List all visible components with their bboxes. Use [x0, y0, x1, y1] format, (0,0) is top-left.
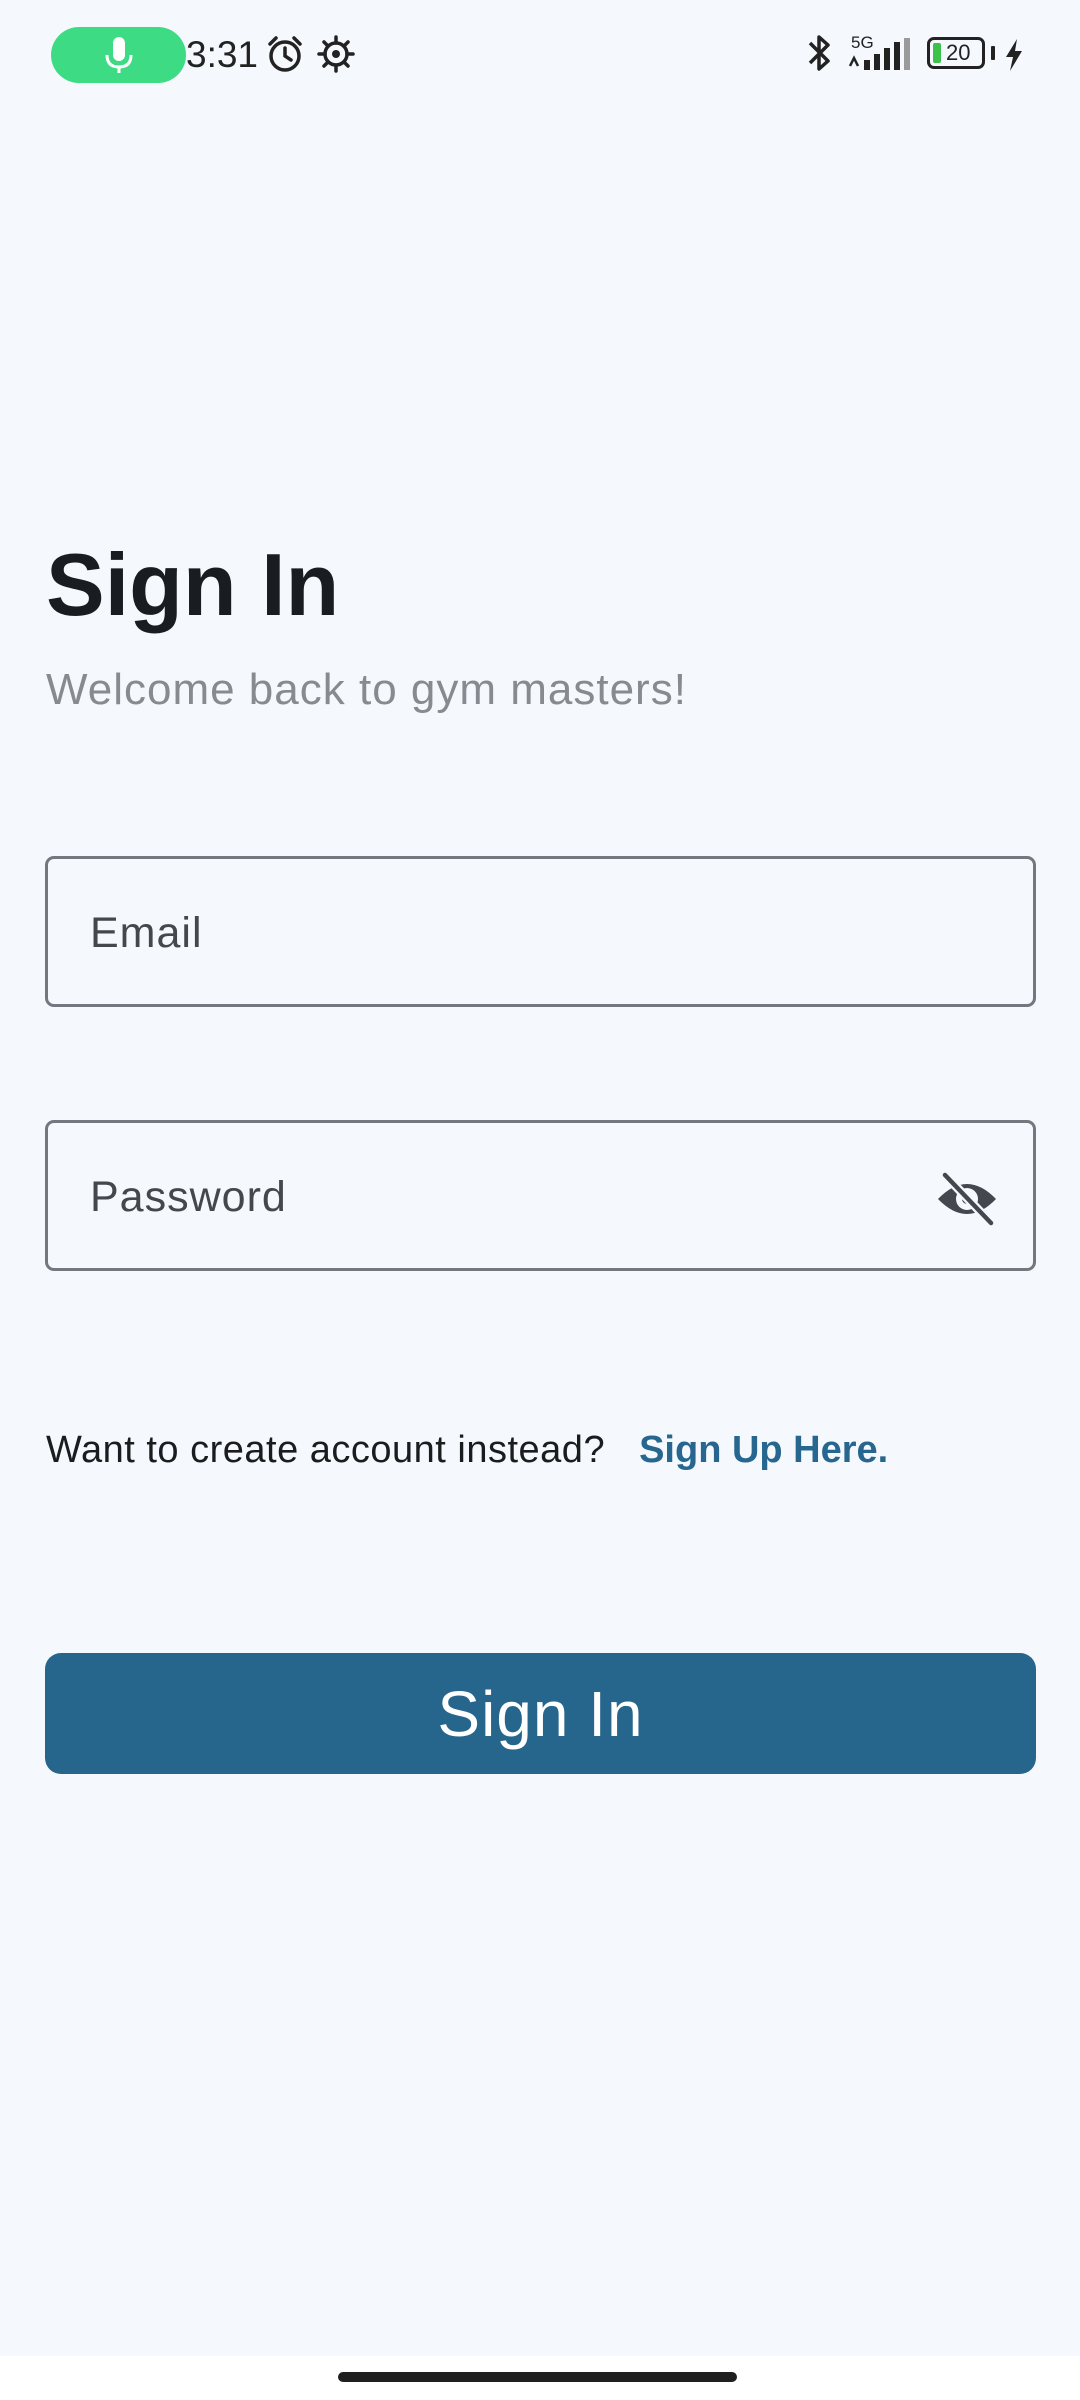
status-bar: 3:31 5G 20: [0, 0, 1080, 110]
battery-icon: 20: [927, 37, 985, 69]
gesture-nav-area: [0, 2356, 1080, 2400]
email-placeholder: Email: [90, 909, 203, 957]
password-visibility-toggle[interactable]: [933, 1165, 1001, 1233]
signup-prompt-text: Want to create account instead?: [46, 1428, 606, 1471]
alarm-icon: [268, 36, 302, 72]
battery-level-fill: [933, 43, 941, 63]
password-placeholder: Password: [90, 1173, 287, 1221]
mic-indicator-pill[interactable]: [51, 27, 186, 83]
signup-link[interactable]: Sign Up Here.: [639, 1429, 888, 1472]
sign-in-button[interactable]: Sign In: [45, 1653, 1036, 1774]
sign-in-button-label: Sign In: [437, 1677, 644, 1750]
password-field[interactable]: Password: [45, 1120, 1036, 1271]
charging-icon: [1006, 39, 1022, 71]
eye-off-icon: [938, 1171, 996, 1227]
signup-row: Want to create account instead? Sign Up …: [46, 1420, 888, 1480]
mic-icon: [105, 37, 132, 73]
page-title: Sign In: [46, 535, 340, 634]
signal-icon: [848, 38, 910, 70]
battery-tip: [991, 46, 995, 60]
email-field[interactable]: Email: [45, 856, 1036, 1007]
page-subtitle: Welcome back to gym masters!: [46, 665, 687, 714]
home-indicator-bar[interactable]: [338, 2372, 737, 2382]
battery-level-text: 20: [946, 40, 971, 65]
bluetooth-icon: [808, 35, 830, 71]
settings-gear-icon: [317, 35, 355, 73]
status-time: 3:31: [186, 34, 259, 75]
